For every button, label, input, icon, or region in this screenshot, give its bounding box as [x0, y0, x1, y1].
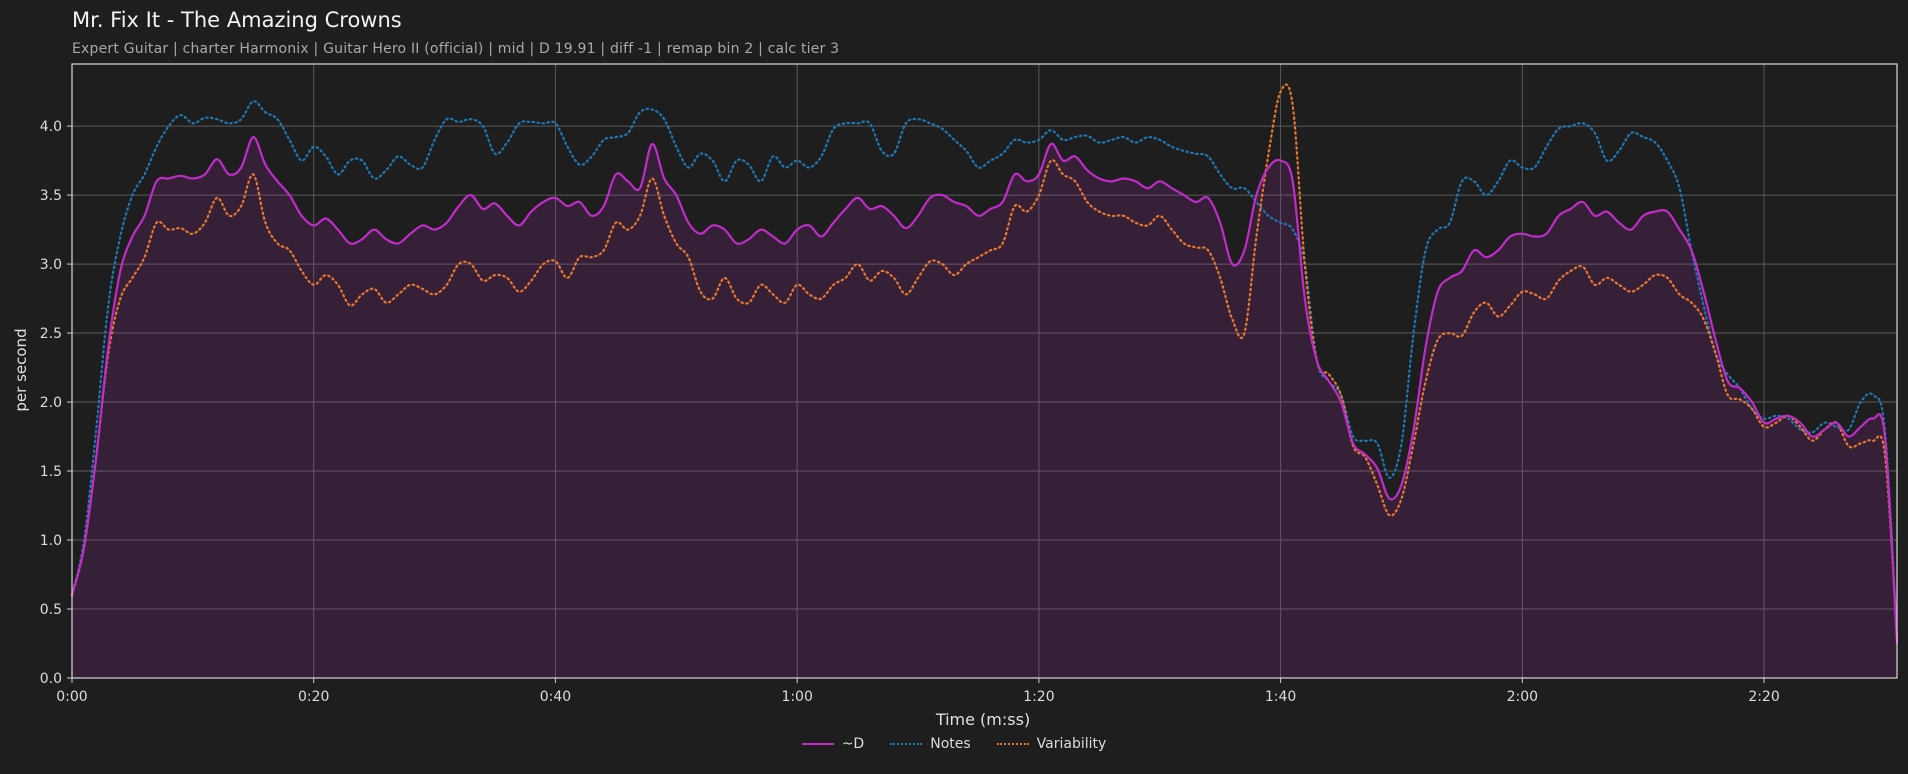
legend-item: Variability	[996, 736, 1107, 752]
y-tick-label: 1.0	[40, 533, 62, 549]
legend-swatch	[801, 743, 834, 745]
y-tick-label: 4.0	[40, 119, 62, 135]
x-tick-label: 0:40	[540, 689, 571, 705]
y-axis-label: per second	[12, 328, 30, 411]
y-tick-label: 3.5	[40, 188, 62, 204]
y-tick-label: 2.5	[40, 326, 62, 342]
y-tick-label: 1.5	[40, 464, 62, 480]
line-chart: 0:00 0:20 0:40 1:00 1:20 1:40 2:00 2:20 0.0 0.5 1.…	[12, 63, 1899, 729]
y-tick-label: 0.0	[40, 671, 62, 687]
legend-label: Variability	[1036, 736, 1107, 752]
legend-item: ~D	[801, 736, 865, 752]
y-tick-label: 3.0	[40, 257, 62, 273]
y-tick-label: 2.0	[40, 395, 62, 411]
legend-swatch	[890, 743, 923, 745]
legend-label: ~D	[841, 736, 865, 752]
x-tick-label: 2:20	[1748, 689, 1779, 705]
y-tick-label: 0.5	[40, 602, 62, 618]
chart-legend: ~D Notes Variability	[0, 736, 1908, 752]
legend-swatch	[996, 743, 1029, 745]
x-tick-label: 2:00	[1507, 689, 1538, 705]
legend-label: Notes	[930, 736, 971, 752]
x-tick-label: 1:20	[1023, 689, 1054, 705]
legend-item: Notes	[890, 736, 971, 752]
x-tick-label: 0:20	[298, 689, 329, 705]
x-tick-label: 1:40	[1265, 689, 1296, 705]
x-tick-label: 0:00	[56, 689, 87, 705]
x-tick-label: 1:00	[781, 689, 812, 705]
x-axis-label: Time (m:ss)	[935, 710, 1030, 729]
